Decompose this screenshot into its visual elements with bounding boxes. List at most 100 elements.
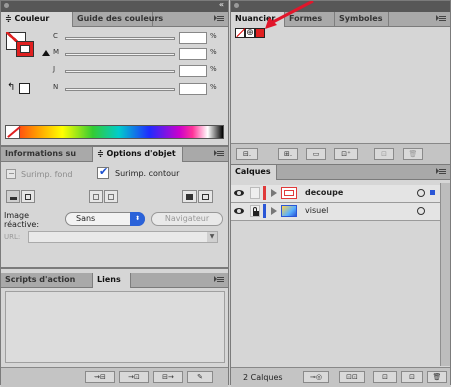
layer-name[interactable]: visuel — [305, 206, 328, 215]
relink-button[interactable]: ⇝⊟ — [85, 371, 115, 383]
tab-color-guide[interactable]: Guide des couleurs — [73, 12, 163, 26]
panel-menu-icon[interactable] — [214, 150, 224, 158]
unit-label: % — [210, 48, 217, 56]
target-circle-icon[interactable] — [417, 189, 425, 197]
actions-panel: Scripts d'action Liens ⇝⊟ →⊡ ⊟→ ✎ — [0, 268, 229, 387]
swatch-registration[interactable]: ⊕ — [245, 28, 255, 38]
distribute-button[interactable] — [104, 190, 118, 203]
visibility-eye-icon[interactable] — [233, 189, 245, 197]
yellow-slider[interactable] — [65, 70, 175, 73]
unit-label: % — [210, 83, 217, 91]
new-layer-button[interactable]: ⊡ — [401, 371, 423, 383]
dropdown-arrow-icon[interactable]: ▼ — [207, 232, 217, 242]
reverse-path-left-button[interactable] — [182, 190, 197, 203]
black-value-field[interactable] — [179, 83, 207, 95]
align-right-button[interactable] — [89, 190, 103, 203]
layer-row[interactable]: decoupe — [231, 185, 450, 203]
edit-original-button[interactable]: ✎ — [187, 371, 213, 383]
swatch-kind-button[interactable]: ⊞. — [278, 148, 298, 160]
expand-triangle-icon[interactable] — [271, 207, 277, 215]
attributes-panel-tabs: Informations su ≑ Options d'objet — [1, 147, 228, 162]
url-label: URL: — [4, 233, 21, 241]
channel-label: N — [53, 83, 59, 91]
visibility-eye-icon[interactable] — [233, 207, 245, 215]
align-center-button[interactable] — [21, 190, 35, 203]
annotation-arrow-icon — [265, 1, 314, 29]
channel-label: J — [53, 65, 56, 73]
new-color-group-button[interactable]: ⊡⁺ — [334, 148, 358, 160]
layer-thumbnail — [281, 187, 297, 199]
delete-swatch-button[interactable]: 🗑 — [403, 148, 423, 160]
swap-arrow-icon[interactable]: ↰ — [7, 82, 15, 93]
image-map-select[interactable]: Sans ⬍ — [65, 212, 145, 226]
overprint-fill-checkbox[interactable] — [6, 169, 16, 179]
overprint-fill-label: Surimp. fond — [21, 170, 73, 179]
update-link-button[interactable]: ⊟→ — [153, 371, 183, 383]
layer-color-bar — [263, 204, 266, 218]
close-dot-icon[interactable] — [4, 3, 9, 8]
swatch-library-button[interactable]: ⊟. — [236, 148, 258, 160]
tab-links[interactable]: Liens — [93, 273, 131, 288]
yellow-value-field[interactable] — [179, 65, 207, 77]
lock-toggle[interactable] — [250, 187, 260, 199]
lock-icon[interactable] — [250, 205, 260, 217]
selection-square-icon[interactable] — [430, 190, 435, 195]
tab-symbols[interactable]: Symboles — [335, 12, 389, 26]
panel-menu-icon[interactable] — [436, 168, 446, 176]
layer-name[interactable]: decoupe — [305, 188, 343, 197]
image-map-label: Image réactive: — [4, 211, 40, 229]
default-color-icon[interactable] — [19, 83, 30, 94]
cyan-slider[interactable] — [65, 37, 175, 40]
magenta-value-field[interactable] — [179, 48, 207, 60]
reverse-path-right-button[interactable] — [198, 190, 213, 203]
swatches-panel: Nuancier Formes Symboles ⊕ ⊟. ⊞. ▭ ⊡⁺ ⊡ … — [230, 0, 451, 165]
layers-panel: Calques decoupe visuel 2 Calques ⊸◎ ⊡⊡ ⊡… — [230, 164, 451, 387]
channel-label: M — [53, 48, 60, 56]
layer-row[interactable]: visuel — [231, 203, 450, 221]
panel-menu-icon[interactable] — [214, 276, 224, 284]
attributes-panel: Informations su ≑ Options d'objet Surimp… — [0, 146, 229, 268]
select-stepper-icon: ⬍ — [130, 212, 145, 226]
image-map-value: Sans — [76, 214, 96, 223]
layers-panel-tabs: Calques — [231, 165, 450, 180]
slider-yellow: J % — [1, 64, 230, 78]
url-field[interactable]: ▼ — [28, 231, 218, 243]
magenta-slider[interactable] — [65, 53, 175, 56]
tab-layers[interactable]: Calques — [231, 165, 277, 180]
slider-cyan: C % — [1, 31, 230, 45]
tab-actions[interactable]: Scripts d'action — [1, 273, 93, 287]
go-to-link-button[interactable]: →⊡ — [119, 371, 149, 383]
tab-object-options[interactable]: ≑ Options d'objet — [93, 147, 183, 162]
locate-object-button[interactable]: ⊸◎ — [303, 371, 329, 383]
align-left-button[interactable] — [6, 190, 20, 203]
tab-information[interactable]: Informations su — [1, 147, 93, 161]
color-panel-tabs: ≑ Couleur Guide des couleurs — [1, 12, 228, 27]
actions-panel-tabs: Scripts d'action Liens — [1, 273, 228, 288]
panel-menu-icon[interactable] — [436, 15, 446, 23]
new-sublayer-button[interactable]: ⊡ — [373, 371, 397, 383]
collapse-arrows-icon[interactable]: « — [219, 0, 224, 9]
panel-titlebar[interactable]: « — [1, 0, 228, 12]
browser-button[interactable]: Navigateur — [151, 212, 223, 226]
color-spectrum-bar[interactable] — [5, 125, 224, 139]
layers-scrollbar[interactable] — [440, 183, 450, 366]
tab-color[interactable]: ≑ Couleur — [1, 12, 73, 27]
new-swatch-button[interactable]: ⊡ — [374, 148, 394, 160]
expand-triangle-icon[interactable] — [271, 189, 277, 197]
target-circle-icon[interactable] — [417, 207, 425, 215]
swatches-list — [233, 41, 448, 139]
close-dot-icon[interactable] — [234, 3, 239, 8]
slider-black: ↰ N % — [1, 82, 230, 96]
cyan-value-field[interactable] — [179, 32, 207, 44]
overprint-stroke-checkbox[interactable]: ✔ — [97, 165, 109, 179]
black-slider[interactable] — [65, 88, 175, 91]
swatch-none[interactable] — [235, 27, 246, 38]
overprint-stroke-label: Surimp. contour — [115, 169, 180, 178]
panel-menu-icon[interactable] — [214, 15, 224, 23]
layer-color-bar — [263, 186, 266, 200]
none-swatch-icon[interactable] — [6, 126, 21, 138]
delete-layer-button[interactable]: 🗑 — [427, 371, 447, 383]
swatch-options-button[interactable]: ▭ — [306, 148, 326, 160]
make-clipping-mask-button[interactable]: ⊡⊡ — [339, 371, 365, 383]
swatches-bottom-bar: ⊟. ⊞. ▭ ⊡⁺ ⊡ 🗑 — [231, 143, 450, 165]
